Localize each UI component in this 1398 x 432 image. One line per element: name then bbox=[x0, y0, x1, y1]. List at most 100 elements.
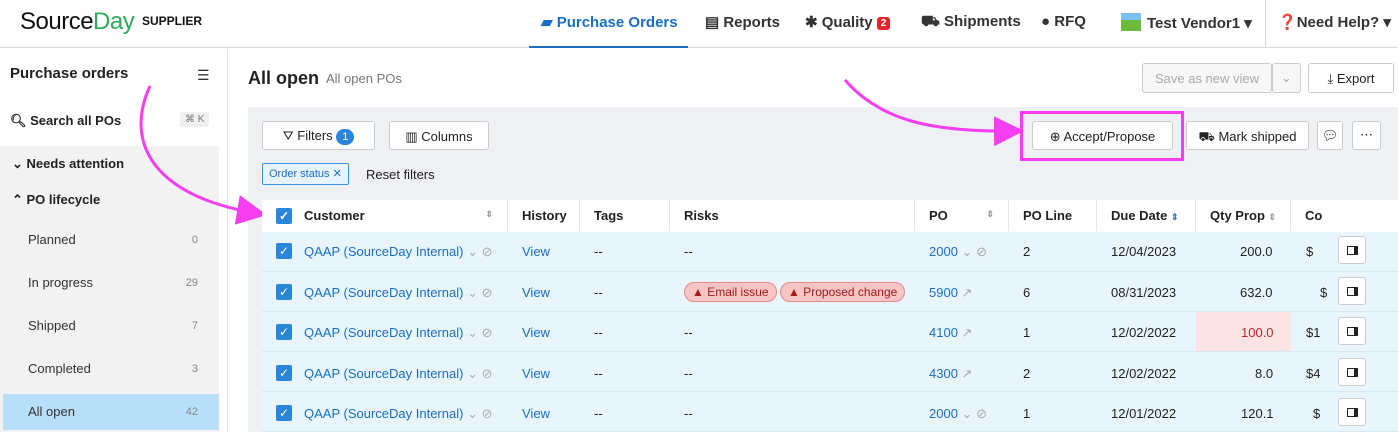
panel-icon bbox=[1347, 327, 1358, 336]
warning-icon: ▲ bbox=[788, 285, 804, 299]
row-action-button[interactable] bbox=[1338, 358, 1366, 386]
qty-cell: 8.0 bbox=[1255, 366, 1274, 381]
header-tags[interactable]: Tags bbox=[580, 200, 670, 231]
customer-name: QAAP (SourceDay Internal) bbox=[304, 325, 464, 340]
po-line-cell: 1 bbox=[1023, 325, 1031, 340]
header-customer[interactable]: Customer ⇕ bbox=[296, 200, 508, 231]
risk-badge-email[interactable]: ▲ Email issue bbox=[684, 282, 777, 302]
row-checkbox[interactable]: ✓ bbox=[276, 365, 292, 381]
po-number: 2000 bbox=[929, 406, 958, 421]
external-link-icon[interactable]: ↗ bbox=[962, 325, 973, 340]
po-line-cell: 2 bbox=[1023, 244, 1031, 259]
sort-icon: ⇕ bbox=[485, 209, 493, 219]
po-number: 4300 bbox=[929, 366, 958, 381]
row-checkbox[interactable]: ✓ bbox=[276, 284, 292, 300]
chevron-down-icon[interactable]: ⌄ bbox=[467, 325, 478, 340]
attachment-icon: ⊘ bbox=[481, 285, 493, 300]
header-label: PO bbox=[929, 208, 948, 223]
attachment-icon: ⊘ bbox=[976, 244, 987, 259]
row-action-button[interactable] bbox=[1338, 317, 1366, 345]
chevron-down-icon[interactable]: ⌄ bbox=[467, 406, 478, 421]
select-all-checkbox[interactable]: ✓ bbox=[276, 208, 292, 224]
risk-badge-proposed[interactable]: ▲ Proposed change bbox=[780, 282, 906, 302]
header-due-date[interactable]: Due Date ⇕ bbox=[1097, 200, 1196, 231]
panel-icon bbox=[1347, 246, 1358, 255]
cost-cell: $4 bbox=[1306, 366, 1321, 381]
customer-link[interactable]: QAAP (SourceDay Internal) ⌄ ⊘ bbox=[304, 325, 493, 341]
sort-icon: ⇕ bbox=[1268, 212, 1277, 222]
header-po[interactable]: PO ⇕ bbox=[915, 200, 1009, 231]
chevron-down-icon[interactable]: ⌄ bbox=[467, 366, 478, 381]
row-action-button[interactable] bbox=[1338, 236, 1366, 264]
due-date-cell: 12/01/2022 bbox=[1111, 406, 1177, 421]
customer-link[interactable]: QAAP (SourceDay Internal) ⌄ ⊘ bbox=[304, 244, 493, 260]
arrow-to-accept bbox=[843, 79, 1024, 147]
header-po-line[interactable]: PO Line bbox=[1009, 200, 1097, 231]
customer-name: QAAP (SourceDay Internal) bbox=[304, 406, 464, 421]
header-history[interactable]: History bbox=[508, 200, 580, 231]
chevron-down-icon[interactable]: ⌄ bbox=[962, 406, 973, 421]
po-link[interactable]: 5900 ↗ bbox=[929, 285, 972, 301]
risk-label: Email issue bbox=[707, 285, 769, 299]
history-link[interactable]: View bbox=[522, 325, 550, 340]
risk-label: Proposed change bbox=[803, 285, 898, 299]
header-qty-prop[interactable]: Qty Prop ⇕ bbox=[1196, 200, 1291, 231]
history-link[interactable]: View bbox=[522, 366, 550, 381]
attachment-icon: ⊘ bbox=[481, 366, 493, 381]
external-link-icon[interactable]: ↗ bbox=[962, 285, 973, 300]
due-date-cell: 12/02/2022 bbox=[1111, 366, 1177, 381]
header-risks[interactable]: Risks bbox=[670, 200, 915, 231]
po-link[interactable]: 4300 ↗ bbox=[929, 366, 972, 382]
header-label: Qty Prop bbox=[1210, 208, 1265, 223]
row-action-button[interactable] bbox=[1338, 277, 1366, 305]
risks-cell: -- bbox=[684, 325, 693, 340]
risks-cell: -- bbox=[684, 406, 693, 421]
chevron-down-icon[interactable]: ⌄ bbox=[962, 244, 973, 259]
due-date-cell: 12/02/2022 bbox=[1111, 325, 1177, 340]
po-number: 5900 bbox=[929, 285, 958, 300]
header-cost[interactable]: Co bbox=[1291, 200, 1398, 231]
qty-cell: 632.0 bbox=[1240, 285, 1273, 300]
attachment-icon: ⊘ bbox=[481, 406, 493, 421]
row-checkbox[interactable]: ✓ bbox=[276, 243, 292, 259]
chevron-down-icon[interactable]: ⌄ bbox=[467, 285, 478, 300]
row-checkbox[interactable]: ✓ bbox=[276, 324, 292, 340]
po-link[interactable]: 2000 ⌄ ⊘ bbox=[929, 244, 987, 260]
cost-cell: $ bbox=[1320, 285, 1328, 300]
po-line-cell: 2 bbox=[1023, 366, 1031, 381]
sort-icon: ⇕ bbox=[986, 209, 994, 219]
panel-icon bbox=[1347, 408, 1358, 417]
tags-cell: -- bbox=[594, 366, 603, 381]
customer-link[interactable]: QAAP (SourceDay Internal) ⌄ ⊘ bbox=[304, 366, 493, 382]
tags-cell: -- bbox=[594, 244, 603, 259]
row-checkbox[interactable]: ✓ bbox=[276, 405, 292, 421]
customer-link[interactable]: QAAP (SourceDay Internal) ⌄ ⊘ bbox=[304, 285, 493, 301]
tags-cell: -- bbox=[594, 325, 603, 340]
chevron-down-icon[interactable]: ⌄ bbox=[467, 244, 478, 259]
qty-cell: 120.1 bbox=[1241, 406, 1274, 421]
external-link-icon[interactable]: ↗ bbox=[962, 366, 973, 381]
due-date-cell: 08/31/2023 bbox=[1111, 285, 1177, 300]
customer-name: QAAP (SourceDay Internal) bbox=[304, 366, 464, 381]
po-link[interactable]: 4100 ↗ bbox=[929, 325, 972, 341]
panel-icon bbox=[1347, 287, 1358, 296]
cost-cell: $ bbox=[1306, 244, 1314, 259]
row-action-button[interactable] bbox=[1338, 398, 1366, 426]
customer-name: QAAP (SourceDay Internal) bbox=[304, 244, 464, 259]
history-link[interactable]: View bbox=[522, 285, 550, 300]
history-link[interactable]: View bbox=[522, 244, 550, 259]
qty-cell: 100.0 bbox=[1241, 325, 1274, 340]
history-link[interactable]: View bbox=[522, 406, 550, 421]
tags-cell: -- bbox=[594, 285, 603, 300]
sort-desc-icon: ⇕ bbox=[1170, 212, 1179, 222]
po-line-cell: 1 bbox=[1023, 406, 1031, 421]
attachment-icon: ⊘ bbox=[481, 244, 493, 259]
risks-cell: -- bbox=[684, 366, 693, 381]
warning-icon: ▲ bbox=[692, 285, 708, 299]
qty-cell: 200.0 bbox=[1240, 244, 1273, 259]
po-link[interactable]: 2000 ⌄ ⊘ bbox=[929, 406, 987, 422]
po-line-cell: 6 bbox=[1023, 285, 1031, 300]
customer-link[interactable]: QAAP (SourceDay Internal) ⌄ ⊘ bbox=[304, 406, 493, 422]
arrow-to-checkbox bbox=[139, 85, 267, 225]
tags-cell: -- bbox=[594, 406, 603, 421]
